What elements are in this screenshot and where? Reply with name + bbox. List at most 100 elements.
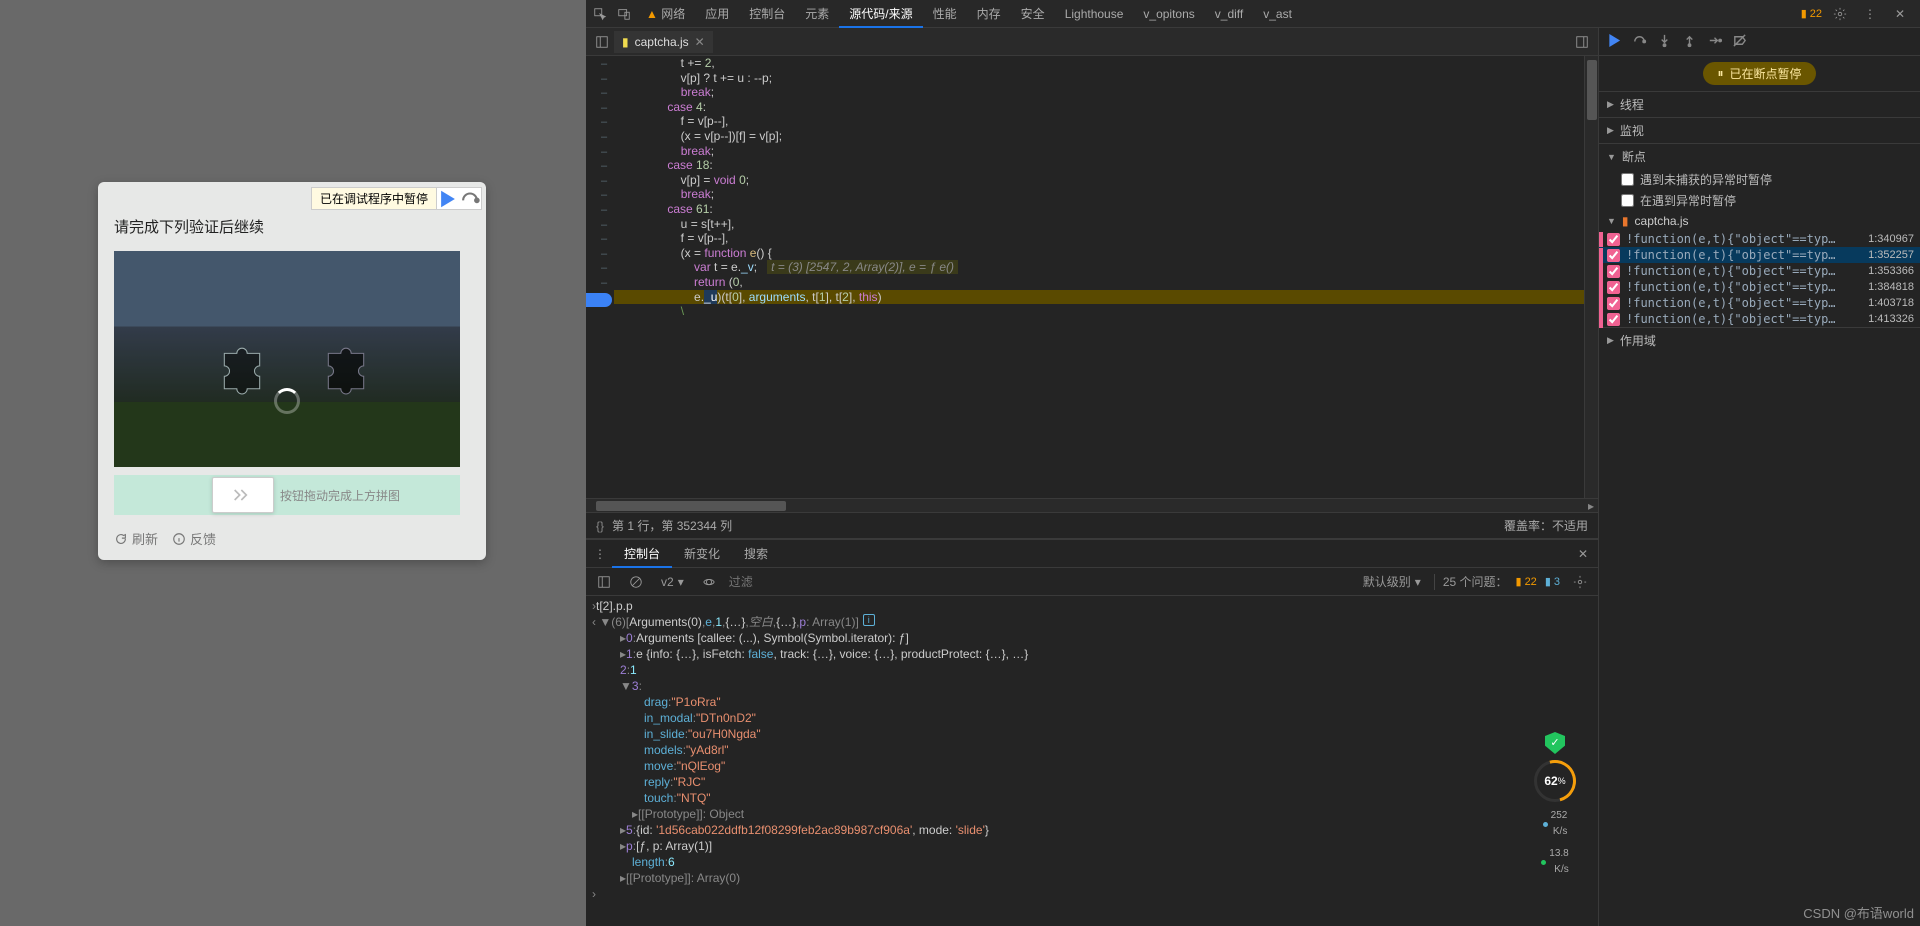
tab-console[interactable]: 控制台 (739, 0, 795, 28)
breakpoint-row[interactable]: !function(e,t){"object"==typ…1:340967 (1599, 231, 1920, 247)
breakpoint-checkbox[interactable] (1607, 297, 1620, 310)
captcha-slider-track[interactable]: 按钮拖动完成上方拼图 (114, 475, 460, 515)
tab-sources[interactable]: 源代码/来源 (839, 0, 922, 28)
step-icon[interactable] (1707, 33, 1722, 51)
tab-memory[interactable]: 内存 (967, 0, 1011, 28)
editor-status-bar: {} 第 1 行，第 352344 列 覆盖率：不适用 (586, 512, 1598, 538)
step-out-icon[interactable] (1682, 33, 1697, 51)
drawer-tab-bar: ⋮ 控制台 新变化 搜索 ✕ (586, 540, 1598, 568)
console-output[interactable]: › t[2].p.p ‹ ▼ (6) [Arguments(0), e, 1, … (586, 596, 1598, 926)
resume-icon[interactable] (437, 189, 459, 209)
section-scope[interactable]: ▶作用域 (1599, 327, 1920, 353)
performance-score-gauge: 62% (1534, 760, 1576, 802)
breakpoint-checkbox[interactable] (1607, 233, 1620, 246)
tab-v-ast[interactable]: v_ast (1253, 0, 1302, 28)
pause-on-caught-checkbox[interactable]: 在遇到异常时暂停 (1599, 190, 1920, 211)
step-over-icon[interactable] (459, 189, 481, 209)
page-viewport: 已在调试程序中暂停 请完成下列验证后继续 按钮拖动完成上方拼图 刷新 反馈 (0, 0, 586, 926)
code-horizontal-scrollbar[interactable]: ▸ (586, 498, 1598, 512)
pause-icon: ⏸ (1717, 66, 1723, 81)
tab-network[interactable]: ▲ 网络 (636, 0, 695, 28)
sources-panel: ▮ captcha.js ✕ ––––––––––––––––– t += 2,… (586, 28, 1598, 926)
close-devtools-icon[interactable]: ✕ (1888, 2, 1912, 26)
breakpoint-label: !function(e,t){"object"==typ… (1626, 248, 1862, 262)
gutter: ––––––––––––––––– (594, 56, 614, 498)
captcha-feedback-button[interactable]: 反馈 (172, 529, 216, 548)
devtools-tab-bar: ▲ 网络 应用 控制台 元素 源代码/来源 性能 内存 安全 Lighthous… (586, 0, 1920, 28)
breakpoint-checkbox[interactable] (1607, 281, 1620, 294)
code-editor[interactable]: ––––––––––––––––– t += 2, v[p] ? t += u … (586, 56, 1598, 498)
context-selector[interactable]: v2 ▾ (656, 574, 689, 590)
breakpoint-checkbox[interactable] (1607, 265, 1620, 278)
console-filter-input[interactable] (729, 575, 1350, 589)
pretty-print-icon[interactable]: {} (596, 519, 604, 533)
console-sidebar-icon[interactable] (592, 570, 616, 594)
clear-console-icon[interactable] (624, 570, 648, 594)
tab-performance[interactable]: 性能 (923, 0, 967, 28)
cursor-position: 第 1 行，第 352344 列 (612, 517, 732, 534)
drawer-tab-changes[interactable]: 新变化 (672, 540, 732, 568)
breakpoint-location: 1:353366 (1868, 265, 1914, 277)
breakpoint-file-group[interactable]: ▼▮captcha.js (1599, 211, 1920, 231)
captcha-slider-knob[interactable] (212, 477, 274, 513)
paused-on-breakpoint-banner: ⏸已在断点暂停 (1703, 62, 1815, 85)
deactivate-breakpoints-icon[interactable] (1732, 33, 1747, 51)
section-threads[interactable]: ▶线程 (1599, 91, 1920, 117)
breakpoint-location: 1:384818 (1868, 281, 1914, 293)
breakpoint-row[interactable]: !function(e,t){"object"==typ…1:403718 (1599, 295, 1920, 311)
upload-speed: 252K/s (1543, 808, 1568, 840)
tab-elements[interactable]: 元素 (795, 0, 839, 28)
warning-icon: ▲ (646, 7, 658, 21)
debugger-paused-label: 已在调试程序中暂停 (312, 188, 437, 209)
issues-warn-count[interactable]: ▮ 22 (1516, 575, 1537, 588)
breakpoint-row[interactable]: !function(e,t){"object"==typ…1:413326 (1599, 311, 1920, 327)
tab-security[interactable]: 安全 (1011, 0, 1055, 28)
live-expression-icon[interactable] (697, 570, 721, 594)
pause-on-uncaught-checkbox[interactable]: 遇到未捕获的异常时暂停 (1599, 169, 1920, 190)
navigator-toggle-icon[interactable] (590, 30, 614, 54)
tab-v-options[interactable]: v_opitons (1133, 0, 1204, 28)
breakpoint-checkbox[interactable] (1607, 249, 1620, 262)
more-vert-icon[interactable]: ⋮ (1858, 2, 1882, 26)
close-drawer-icon[interactable]: ✕ (1570, 547, 1596, 561)
breakpoint-checkbox[interactable] (1607, 313, 1620, 326)
tab-lighthouse[interactable]: Lighthouse (1055, 0, 1134, 28)
tab-v-diff[interactable]: v_diff (1205, 0, 1253, 28)
drawer-tab-search[interactable]: 搜索 (732, 540, 780, 568)
devtools-panel: ▲ 网络 应用 控制台 元素 源代码/来源 性能 内存 安全 Lighthous… (586, 0, 1920, 926)
debugger-toolbar (1599, 28, 1920, 56)
breakpoint-label: !function(e,t){"object"==typ… (1626, 280, 1862, 294)
captcha-image (114, 251, 460, 467)
breakpoint-row[interactable]: !function(e,t){"object"==typ…1:352257 (1599, 247, 1920, 263)
breakpoint-row[interactable]: !function(e,t){"object"==typ…1:353366 (1599, 263, 1920, 279)
js-file-icon: ▮ (622, 35, 629, 49)
console-settings-gear-icon[interactable] (1568, 570, 1592, 594)
captcha-slider-hint: 按钮拖动完成上方拼图 (280, 487, 400, 504)
breakpoint-label: !function(e,t){"object"==typ… (1626, 296, 1862, 310)
issues-label: 25 个问题： (1443, 573, 1508, 590)
section-breakpoints[interactable]: ▼断点 (1599, 143, 1920, 169)
code-vertical-scrollbar[interactable] (1584, 56, 1598, 498)
section-watch[interactable]: ▶监视 (1599, 117, 1920, 143)
step-into-icon[interactable] (1657, 33, 1672, 51)
inspect-element-icon[interactable] (588, 2, 612, 26)
issues-info-count[interactable]: ▮ 3 (1545, 575, 1560, 588)
drawer-tab-console[interactable]: 控制台 (612, 540, 672, 568)
issues-badge[interactable]: ▮ 22 (1801, 7, 1822, 20)
device-toggle-icon[interactable] (612, 2, 636, 26)
captcha-refresh-button[interactable]: 刷新 (114, 529, 158, 548)
breakpoint-row[interactable]: !function(e,t){"object"==typ… 1:384818 (1599, 279, 1920, 295)
log-level-selector[interactable]: 默认级别 ▾ (1358, 572, 1426, 591)
coverage-status: 覆盖率：不适用 (1504, 517, 1588, 534)
step-over-icon[interactable] (1632, 33, 1647, 51)
tab-application[interactable]: 应用 (695, 0, 739, 28)
file-tab-bar: ▮ captcha.js ✕ (586, 28, 1598, 56)
file-tab-captcha[interactable]: ▮ captcha.js ✕ (614, 31, 713, 53)
close-tab-icon[interactable]: ✕ (695, 35, 705, 49)
more-vert-icon[interactable]: ⋮ (588, 542, 612, 566)
code-content: t += 2, v[p] ? t += u : --p; break; case… (614, 56, 1584, 319)
resume-button-icon[interactable] (1607, 33, 1622, 51)
settings-gear-icon[interactable] (1828, 2, 1852, 26)
info-icon[interactable]: i (863, 614, 875, 626)
sidebar-toggle-icon[interactable] (1570, 30, 1594, 54)
